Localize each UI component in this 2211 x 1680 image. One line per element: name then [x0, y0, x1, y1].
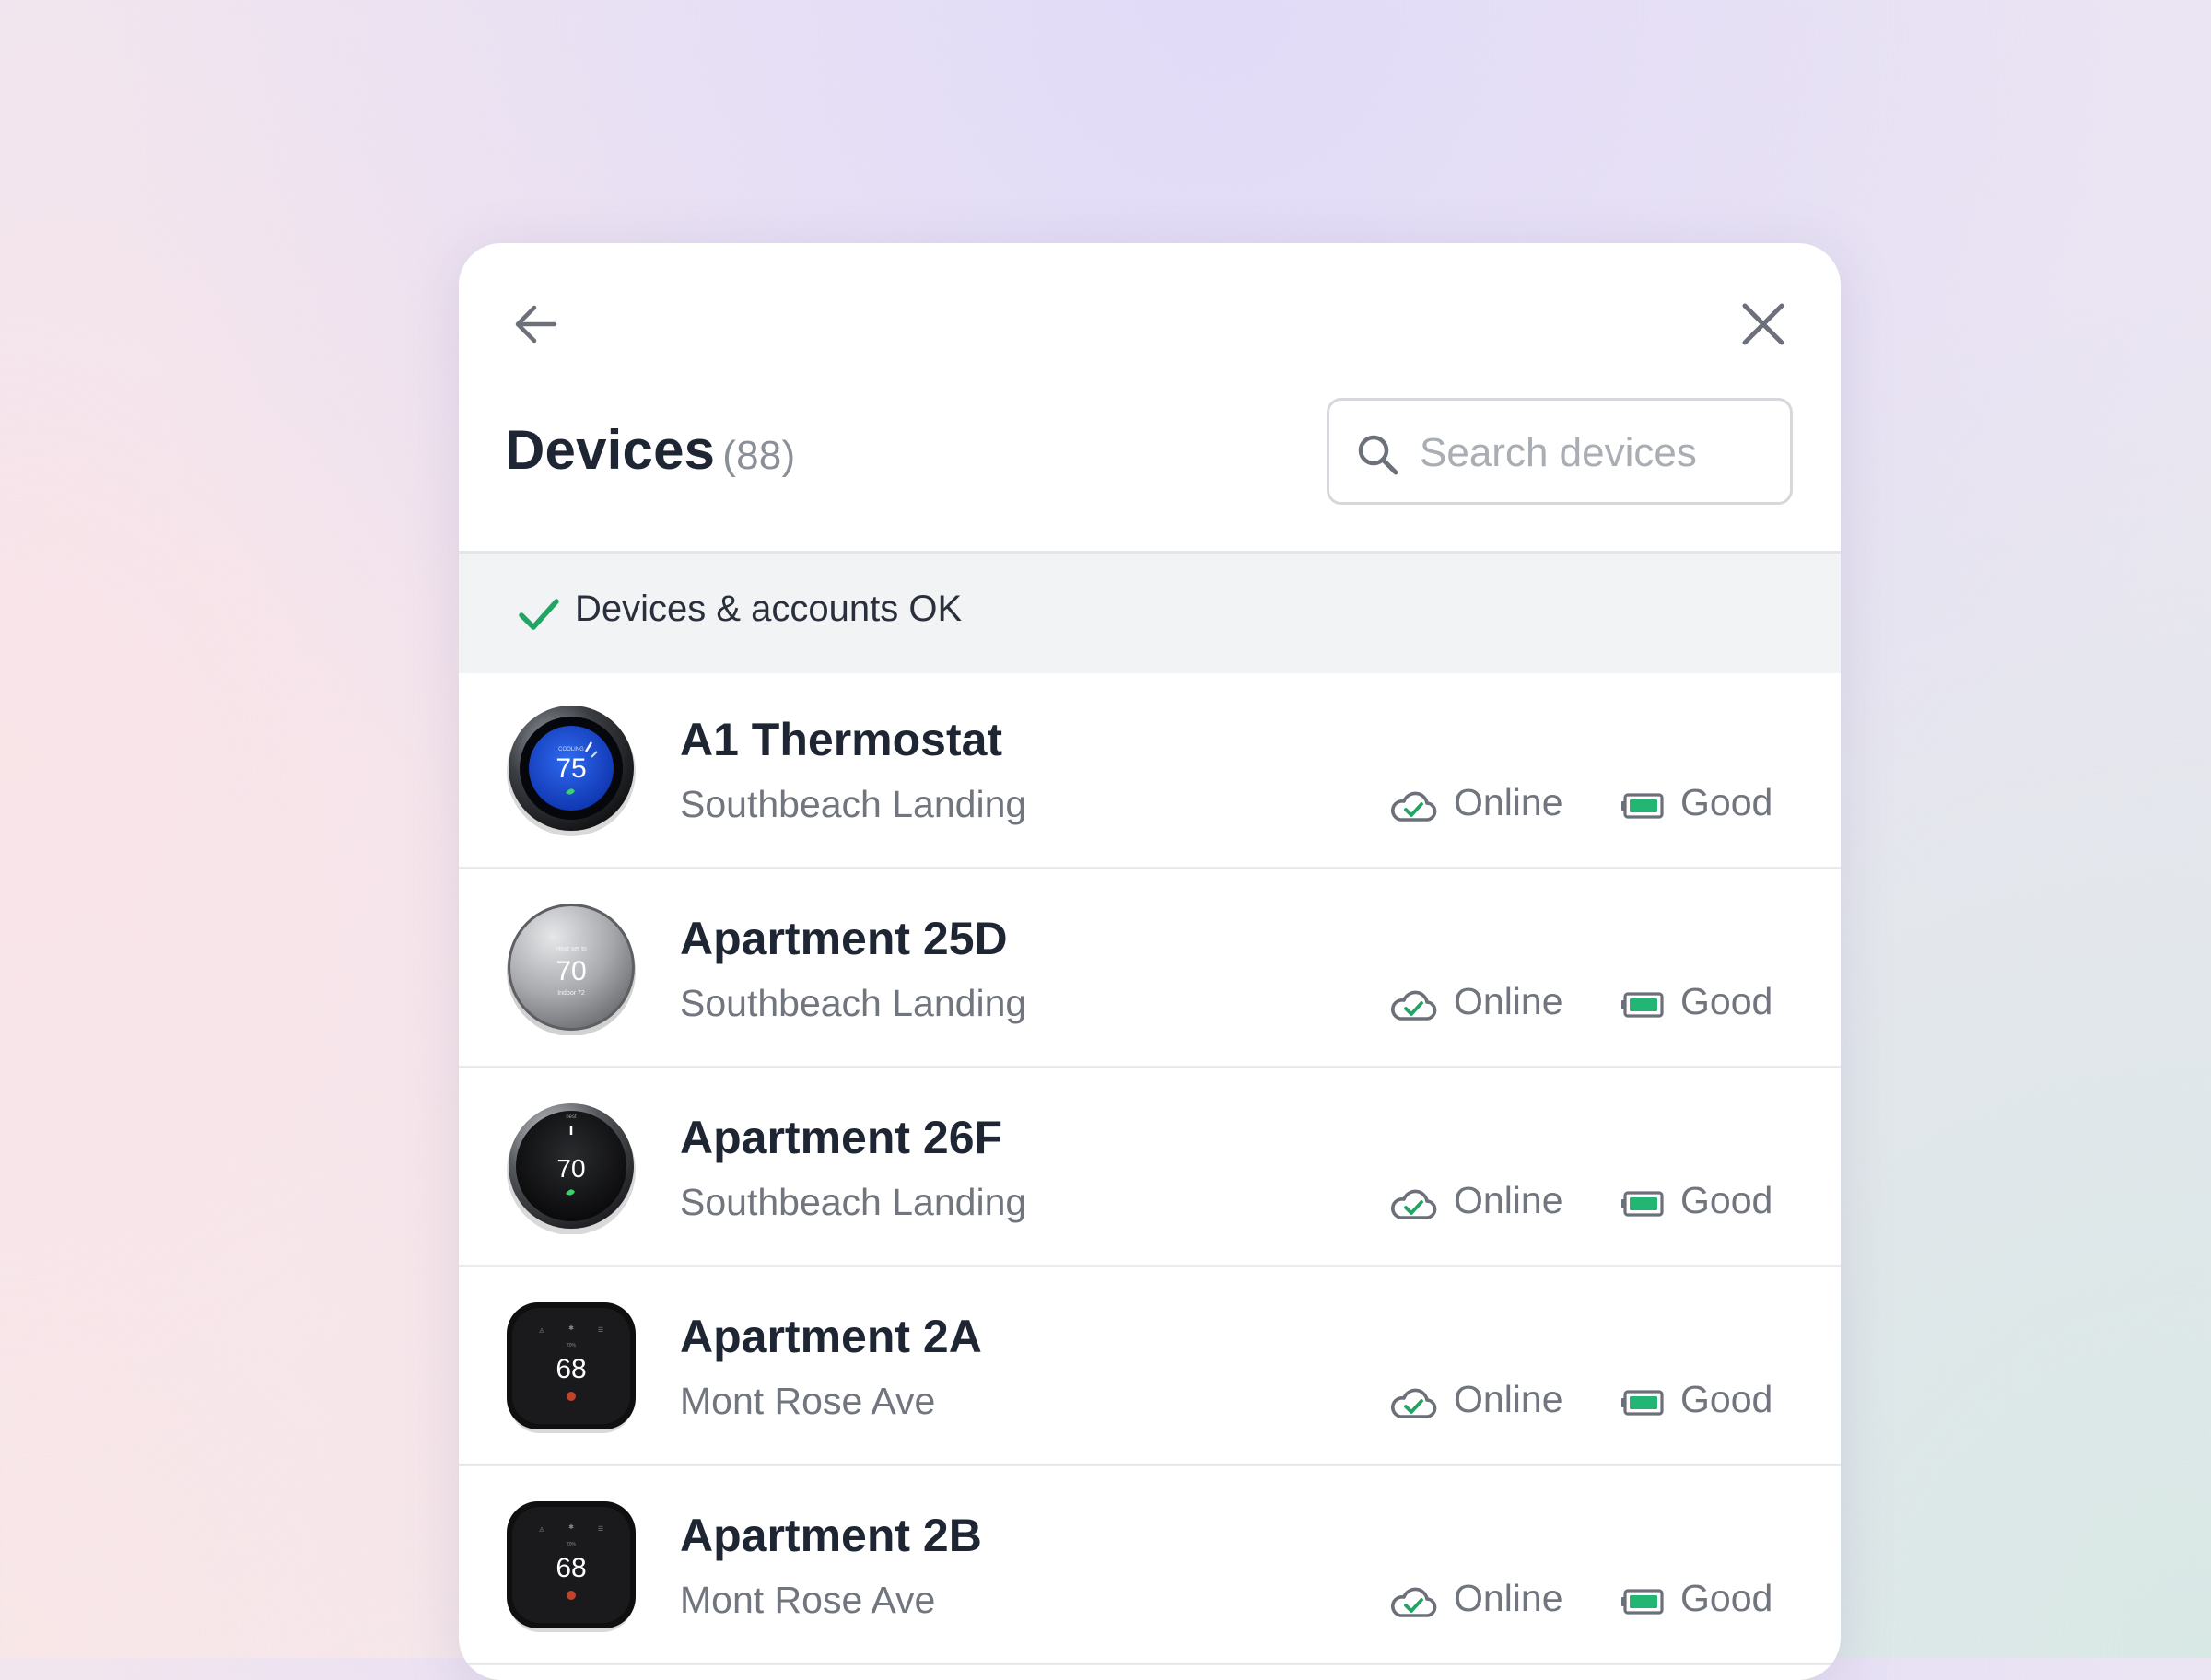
- page-title: Devices (88): [505, 418, 795, 482]
- device-location: Southbeach Landing: [680, 982, 1027, 1024]
- svg-text:nest: nest: [566, 1114, 577, 1120]
- thermostat-temp: 70: [556, 956, 586, 986]
- thermostat-temp: 68: [556, 1553, 586, 1583]
- battery-icon: [1621, 1191, 1664, 1217]
- battery-icon: [1621, 992, 1664, 1018]
- thermostat-black-round-icon: nest 70: [507, 1103, 636, 1234]
- connectivity-status: Online: [1454, 781, 1563, 823]
- svg-text:✱: ✱: [568, 1523, 574, 1531]
- device-location: Southbeach Landing: [680, 783, 1027, 825]
- svg-text:70%: 70%: [567, 1343, 577, 1348]
- battery-status: Good: [1680, 980, 1773, 1022]
- battery-status: Good: [1680, 1378, 1773, 1420]
- thermostat-blue-icon: COOLING 75: [507, 706, 636, 836]
- device-name: A1 Thermostat: [680, 714, 1003, 765]
- thermostat-temp: 70: [556, 1154, 585, 1183]
- device-name: Apartment 2B: [680, 1510, 982, 1561]
- svg-text:✱: ✱: [568, 1324, 574, 1332]
- device-location: Mont Rose Ave: [680, 1579, 936, 1621]
- svg-text:70%: 70%: [567, 1542, 577, 1547]
- close-icon[interactable]: [1734, 295, 1793, 354]
- battery-status: Good: [1680, 1179, 1773, 1221]
- connectivity-status: Online: [1454, 1577, 1563, 1619]
- svg-text:◬: ◬: [539, 1327, 544, 1334]
- cloud-check-icon: [1391, 1189, 1437, 1219]
- device-row[interactable]: ◬ ✱ ☰ 70% 68 Apartment 2B Mont Rose Ave …: [459, 1466, 1841, 1665]
- device-location: Mont Rose Ave: [680, 1380, 936, 1422]
- svg-text:☰: ☰: [598, 1327, 603, 1334]
- search-icon: [1358, 435, 1398, 475]
- thermostat-temp: 75: [556, 753, 586, 784]
- devices-panel: Devices(88) Devices & accounts OK: [459, 243, 1841, 1680]
- svg-text:☰: ☰: [598, 1526, 603, 1533]
- cloud-check-icon: [1391, 791, 1437, 822]
- arrow-left-icon[interactable]: [509, 297, 564, 352]
- connectivity-status: Online: [1454, 980, 1563, 1022]
- check-icon: [519, 599, 559, 630]
- thermostat-square-icon: ◬ ✱ ☰ 70% 68: [507, 1501, 636, 1632]
- battery-icon: [1621, 1390, 1664, 1416]
- status-banner: Devices & accounts OK: [459, 551, 1841, 673]
- status-text: Devices & accounts OK: [575, 589, 963, 629]
- cloud-check-icon: [1391, 1388, 1437, 1418]
- device-name: Apartment 25D: [680, 913, 1008, 964]
- device-name: Apartment 26F: [680, 1112, 1003, 1163]
- device-row[interactable]: COOLING 75 A1 Thermostat Southbeach Land…: [459, 671, 1841, 869]
- svg-text:Heat set to: Heat set to: [556, 946, 587, 952]
- device-list: COOLING 75 A1 Thermostat Southbeach Land…: [459, 671, 1841, 1665]
- battery-icon: [1621, 1589, 1664, 1615]
- battery-icon: [1621, 793, 1664, 819]
- thermostat-square-icon: ◬ ✱ ☰ 70% 68: [507, 1302, 636, 1433]
- battery-status: Good: [1680, 1577, 1773, 1619]
- connectivity-status: Online: [1454, 1378, 1563, 1420]
- battery-status: Good: [1680, 781, 1773, 823]
- connectivity-status: Online: [1454, 1179, 1563, 1221]
- search-input[interactable]: [1418, 417, 1781, 489]
- cloud-check-icon: [1391, 990, 1437, 1021]
- device-row[interactable]: nest 70 Apartment 26F Southbeach Landing…: [459, 1068, 1841, 1267]
- thermostat-temp: 68: [556, 1354, 586, 1384]
- svg-text:COOLING: COOLING: [558, 747, 584, 752]
- svg-text:Indoor 72: Indoor 72: [557, 990, 585, 997]
- device-location: Southbeach Landing: [680, 1181, 1027, 1223]
- device-row[interactable]: Heat set to 70 Indoor 72 Apartment 25D S…: [459, 869, 1841, 1068]
- device-row[interactable]: ◬ ✱ ☰ 70% 68 Apartment 2A Mont Rose Ave …: [459, 1267, 1841, 1466]
- cloud-check-icon: [1391, 1587, 1437, 1617]
- thermostat-silver-icon: Heat set to 70 Indoor 72: [507, 904, 636, 1035]
- device-name: Apartment 2A: [680, 1311, 982, 1362]
- search-box[interactable]: [1327, 398, 1793, 505]
- svg-text:◬: ◬: [539, 1526, 544, 1533]
- device-count: (88): [722, 433, 796, 478]
- page-title-text: Devices: [505, 419, 716, 481]
